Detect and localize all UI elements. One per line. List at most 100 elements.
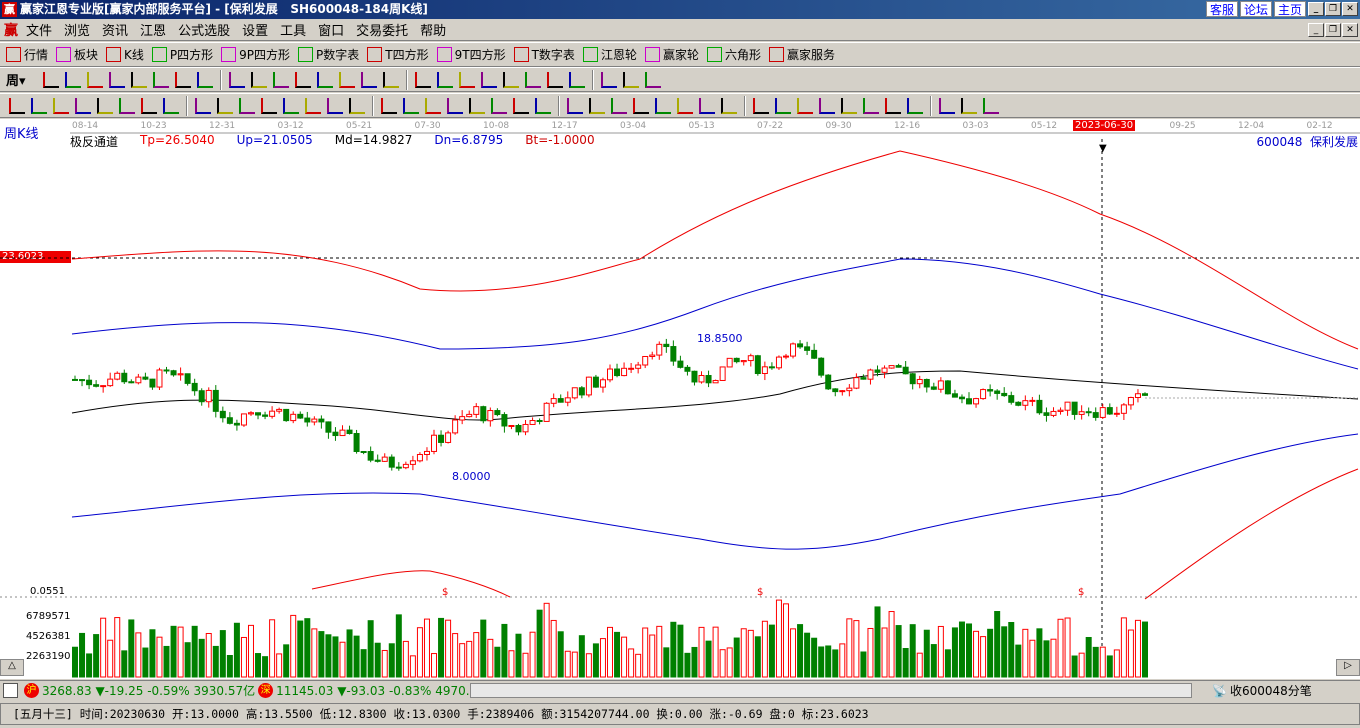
tool-icon[interactable] — [513, 97, 529, 114]
tool-icon[interactable] — [568, 71, 585, 88]
tool-icon[interactable] — [414, 71, 431, 88]
scroll-right-button[interactable]: ▷ — [1336, 659, 1360, 676]
scroll-up-button[interactable]: △ — [0, 659, 24, 676]
toolbar-button[interactable]: T四方形 — [367, 46, 429, 63]
tool-icon[interactable] — [305, 97, 321, 114]
toolbar-button[interactable]: 江恩轮 — [582, 46, 637, 63]
child-restore-button[interactable]: ❐ — [1325, 23, 1341, 37]
tool-icon[interactable] — [699, 97, 715, 114]
tool-icon[interactable] — [458, 71, 475, 88]
tool-icon[interactable] — [480, 71, 497, 88]
toolbar-button[interactable]: 板块 — [56, 46, 98, 63]
period-select[interactable]: 周▾ — [6, 70, 26, 89]
menu-item[interactable]: 交易委托 — [350, 20, 414, 39]
menu-item[interactable]: 浏览 — [58, 20, 96, 39]
kline-chart[interactable]: 08-14 10-23 12-31 03-12 05-21 07-30 10-08 12-17… — [0, 119, 1360, 679]
tool-icon[interactable] — [907, 97, 923, 114]
tool-icon[interactable] — [447, 97, 463, 114]
toolbar-button[interactable]: 9T四方形 — [436, 46, 506, 63]
tool-icon[interactable] — [841, 97, 857, 114]
tool-icon[interactable] — [436, 71, 453, 88]
toolbar-button[interactable]: 六角形 — [706, 46, 761, 63]
tool-icon[interactable] — [360, 71, 377, 88]
tool-icon[interactable] — [775, 97, 791, 114]
link-home[interactable]: 主页 — [1273, 1, 1306, 17]
tool-icon[interactable] — [819, 97, 835, 114]
horizontal-scrollbar[interactable] — [470, 683, 1192, 698]
child-minimize-button[interactable]: _ — [1308, 23, 1324, 37]
tool-icon[interactable] — [53, 97, 69, 114]
tool-icon[interactable] — [567, 97, 583, 114]
tool-icon[interactable] — [294, 71, 311, 88]
calendar-icon[interactable] — [3, 683, 18, 698]
minimize-button[interactable]: _ — [1308, 2, 1324, 16]
tool-icon[interactable] — [622, 71, 639, 88]
tool-icon[interactable] — [491, 97, 507, 114]
tool-icon[interactable] — [86, 71, 103, 88]
child-close-button[interactable]: ✕ — [1342, 23, 1358, 37]
menu-item[interactable]: 文件 — [20, 20, 58, 39]
tool-icon[interactable] — [196, 71, 213, 88]
menu-item[interactable]: 窗口 — [312, 20, 350, 39]
menu-item[interactable]: 江恩 — [134, 20, 172, 39]
tool-icon[interactable] — [97, 97, 113, 114]
tool-icon[interactable] — [174, 71, 191, 88]
menu-item[interactable]: 设置 — [236, 20, 274, 39]
tool-icon[interactable] — [130, 71, 147, 88]
tool-icon[interactable] — [152, 71, 169, 88]
tool-icon[interactable] — [403, 97, 419, 114]
tool-icon[interactable] — [644, 71, 661, 88]
tool-icon[interactable] — [546, 71, 563, 88]
menu-item[interactable]: 公式选股 — [172, 20, 236, 39]
tool-icon[interactable] — [382, 71, 399, 88]
tool-icon[interactable] — [9, 97, 25, 114]
close-button[interactable]: ✕ — [1342, 2, 1358, 16]
tool-icon[interactable] — [655, 97, 671, 114]
tool-icon[interactable] — [469, 97, 485, 114]
tool-icon[interactable] — [64, 71, 81, 88]
tool-icon[interactable] — [195, 97, 211, 114]
toolbar-button[interactable]: 行情 — [6, 46, 48, 63]
tool-icon[interactable] — [349, 97, 365, 114]
menu-item[interactable]: 工具 — [274, 20, 312, 39]
toolbar-button[interactable]: K线 — [106, 46, 144, 63]
tool-icon[interactable] — [316, 71, 333, 88]
menu-item[interactable]: 帮助 — [414, 20, 452, 39]
tool-icon[interactable] — [217, 97, 233, 114]
link-forum[interactable]: 论坛 — [1239, 1, 1272, 17]
toolbar-button[interactable]: P数字表 — [298, 46, 359, 63]
tool-icon[interactable] — [939, 97, 955, 114]
tool-icon[interactable] — [611, 97, 627, 114]
toolbar-button[interactable]: 赢家轮 — [644, 46, 699, 63]
tool-icon[interactable] — [141, 97, 157, 114]
tool-icon[interactable] — [535, 97, 551, 114]
tool-icon[interactable] — [753, 97, 769, 114]
tool-icon[interactable] — [524, 71, 541, 88]
tool-icon[interactable] — [327, 97, 343, 114]
tool-icon[interactable] — [425, 97, 441, 114]
tool-icon[interactable] — [885, 97, 901, 114]
tool-icon[interactable] — [633, 97, 649, 114]
tool-icon[interactable] — [163, 97, 179, 114]
tool-icon[interactable] — [108, 71, 125, 88]
tool-icon[interactable] — [721, 97, 737, 114]
toolbar-button[interactable]: 赢家服务 — [768, 46, 835, 63]
tool-icon[interactable] — [228, 71, 245, 88]
tool-icon[interactable] — [283, 97, 299, 114]
tool-icon[interactable] — [381, 97, 397, 114]
tool-icon[interactable] — [600, 71, 617, 88]
tool-icon[interactable] — [797, 97, 813, 114]
tool-icon[interactable] — [589, 97, 605, 114]
tool-icon[interactable] — [119, 97, 135, 114]
tool-icon[interactable] — [31, 97, 47, 114]
tool-icon[interactable] — [75, 97, 91, 114]
tool-icon[interactable] — [863, 97, 879, 114]
restore-button[interactable]: ❐ — [1325, 2, 1341, 16]
link-service[interactable]: 客服 — [1205, 1, 1238, 17]
tool-icon[interactable] — [42, 71, 59, 88]
tool-icon[interactable] — [250, 71, 267, 88]
tool-icon[interactable] — [338, 71, 355, 88]
toolbar-button[interactable]: 9P四方形 — [221, 46, 290, 63]
tool-icon[interactable] — [983, 97, 999, 114]
tool-icon[interactable] — [261, 97, 277, 114]
